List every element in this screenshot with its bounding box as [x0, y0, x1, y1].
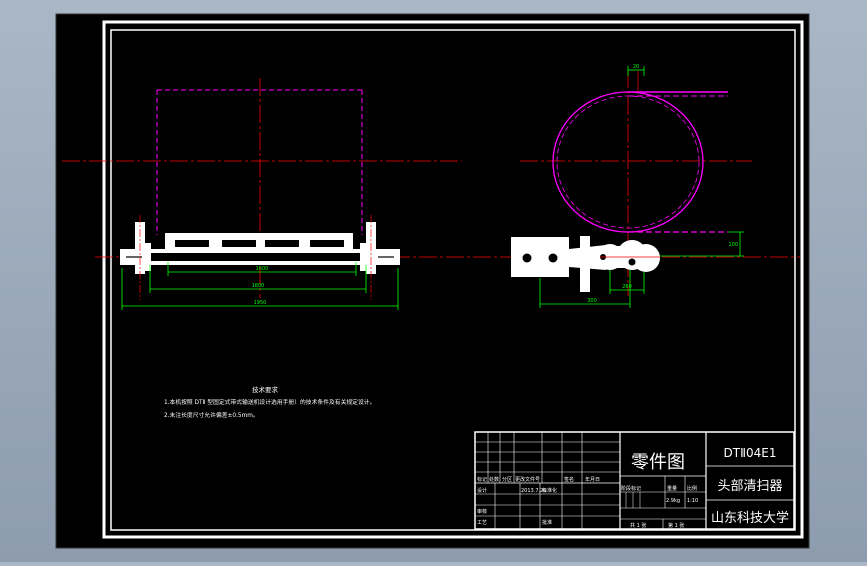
scale-value: 1:10: [687, 498, 698, 504]
role-check: 审核: [477, 508, 487, 515]
side-bracket-plate: [511, 237, 569, 277]
rev-header-mark: 标记: [477, 476, 487, 483]
drawing-kind: 零件图: [631, 452, 685, 473]
drawing-canvas[interactable]: 1600 1800 1950 20 300 280 100 技术要求 1.本机按…: [0, 0, 867, 562]
role-process: 工艺: [477, 520, 487, 526]
dim-arm-length: 300: [587, 298, 597, 304]
sheets-total: 共 1 张: [630, 522, 646, 529]
notes-line-1: 1.本机按照 DTⅡ 型固定式带式输送机设计选用手册）的技术条件及有关规定设计。: [164, 398, 375, 406]
arm-stub-top: [580, 236, 590, 250]
role-standard: 标准化: [542, 487, 557, 494]
arm-stub-bottom: [580, 266, 590, 292]
sheet-number: 第 1 张: [668, 522, 684, 529]
blade-slot-1: [175, 240, 209, 247]
weight-value: 2.9kg: [666, 498, 680, 504]
notes-line-2: 2.未注长度尺寸允许偏差±0.5mm。: [164, 411, 259, 419]
collar-right: [360, 243, 366, 271]
shaft-inner: [150, 253, 366, 261]
bolt-hole-1: [522, 253, 532, 263]
part-name: 头部清扫器: [717, 479, 782, 494]
bolt-hole-2: [548, 253, 558, 263]
blade-slot-4: [310, 240, 344, 247]
rev-header-zone: 分区: [502, 476, 512, 483]
stage-header-weight: 重量: [667, 485, 677, 492]
organization: 山东科技大学: [711, 510, 789, 526]
dim-inner-span: 1600: [256, 266, 269, 272]
dim-arm-offset: 280: [622, 284, 632, 290]
cad-viewport[interactable]: 1600 1800 1950 20 300 280 100 技术要求 1.本机按…: [0, 0, 867, 562]
role-approve: 批准: [542, 519, 552, 526]
rev-header-docno: 更改文件号: [515, 476, 540, 483]
rev-header-count: 处数: [489, 476, 499, 483]
dim-vertical-offset: 100: [728, 242, 738, 248]
stage-header-scale: 比例: [687, 485, 697, 492]
blade-slot-3: [265, 240, 299, 247]
model-space: [55, 13, 810, 549]
drawing-code: DTⅡ04E1: [724, 446, 777, 460]
stage-header-mark: 阶段标记: [621, 485, 641, 492]
dim-mid-span: 1800: [252, 283, 265, 289]
blade-slot-2: [222, 240, 256, 247]
dim-outer-span: 1950: [254, 300, 267, 306]
rev-header-sign: 签名: [564, 476, 574, 483]
head-pin: [628, 258, 636, 266]
dim-offset-small: 20: [633, 64, 639, 70]
role-design: 设计: [477, 487, 487, 494]
scraper-tip: [632, 244, 660, 272]
notes-title: 技术要求: [252, 385, 279, 394]
rev-header-date: 年月日: [585, 476, 600, 483]
